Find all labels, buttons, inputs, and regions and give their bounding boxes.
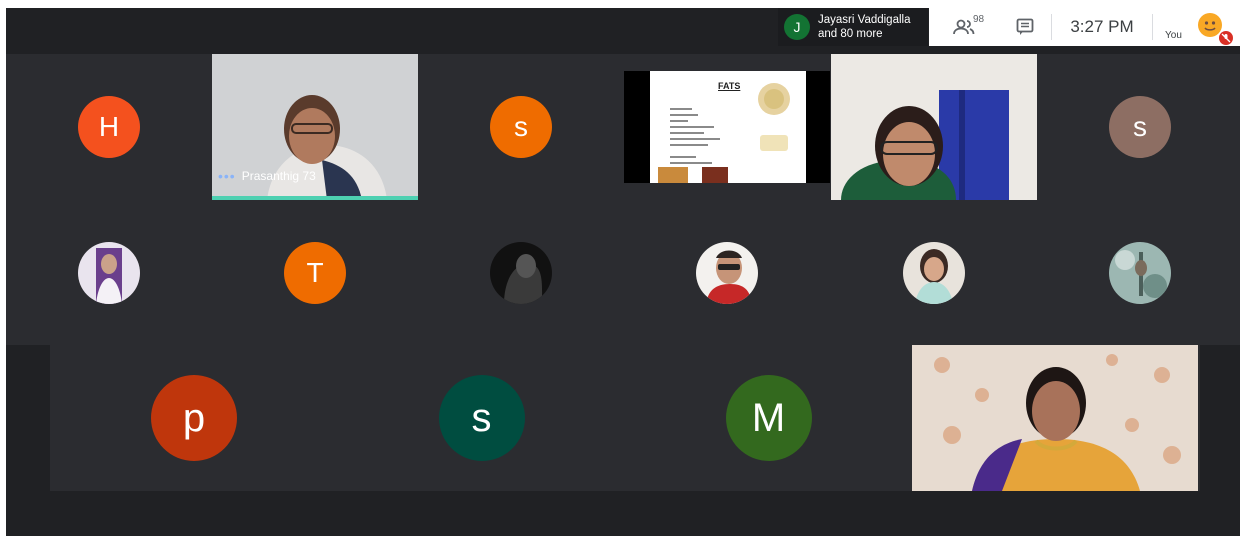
slide-content-graphic [658,83,790,183]
participant-name-chip: ••• Prasanthig 73 [218,168,316,184]
presentation-tile[interactable]: FATS [624,71,830,183]
video-feed-person [831,54,1037,200]
chat-button[interactable] [999,8,1051,46]
presenter-name: Jayasri Vaddigalla [818,14,911,26]
participant-tile[interactable]: s [1037,54,1243,200]
participant-video-tile[interactable] [912,345,1198,491]
presenter-initial-avatar: J [784,14,810,40]
participants-button[interactable]: 98 [929,8,999,46]
you-label: You [1165,30,1182,41]
self-view-chip[interactable]: You [1153,8,1239,46]
mic-off-icon [1219,31,1233,45]
chat-icon [1016,18,1034,35]
participant-tile[interactable] [831,200,1037,346]
participant-video-tile[interactable] [831,54,1037,200]
presentation-slide: FATS [650,71,806,183]
participant-tile[interactable] [624,200,830,346]
profile-photo-avatar [1109,242,1171,304]
top-toolbar: 98 3:27 PM You [929,8,1240,46]
participant-tile[interactable]: s [338,345,625,491]
presenters-chip[interactable]: J Jayasri Vaddigalla and 80 more [778,8,928,46]
participant-tile[interactable]: s [418,54,624,200]
participant-avatar: p [151,375,237,461]
participant-avatar: s [490,96,552,158]
participant-tile[interactable] [1037,200,1243,346]
clock: 3:27 PM [1070,17,1134,36]
video-feed-person [912,345,1198,491]
participant-tile[interactable]: M [625,345,912,491]
speaking-indicator-icon: ••• [218,168,236,184]
participant-name: Prasanthig 73 [241,169,316,183]
profile-photo-avatar [490,242,552,304]
presenter-more: and 80 more [818,28,883,40]
participant-avatar: M [725,375,812,461]
participant-tile[interactable] [6,200,212,346]
participant-tile[interactable]: p [50,345,338,491]
participant-tile[interactable]: H [6,54,212,200]
participant-avatar: T [284,242,346,304]
profile-photo-avatar [78,242,140,304]
participant-avatar: s [438,375,525,461]
participant-avatar: s [1109,96,1171,158]
profile-photo-avatar [903,242,965,304]
participant-tile[interactable] [418,200,624,346]
people-icon [953,19,975,35]
participants-count: 98 [973,14,985,25]
participant-avatar: H [78,96,140,158]
participant-tile[interactable]: T [212,200,418,346]
profile-photo-avatar [696,242,758,304]
